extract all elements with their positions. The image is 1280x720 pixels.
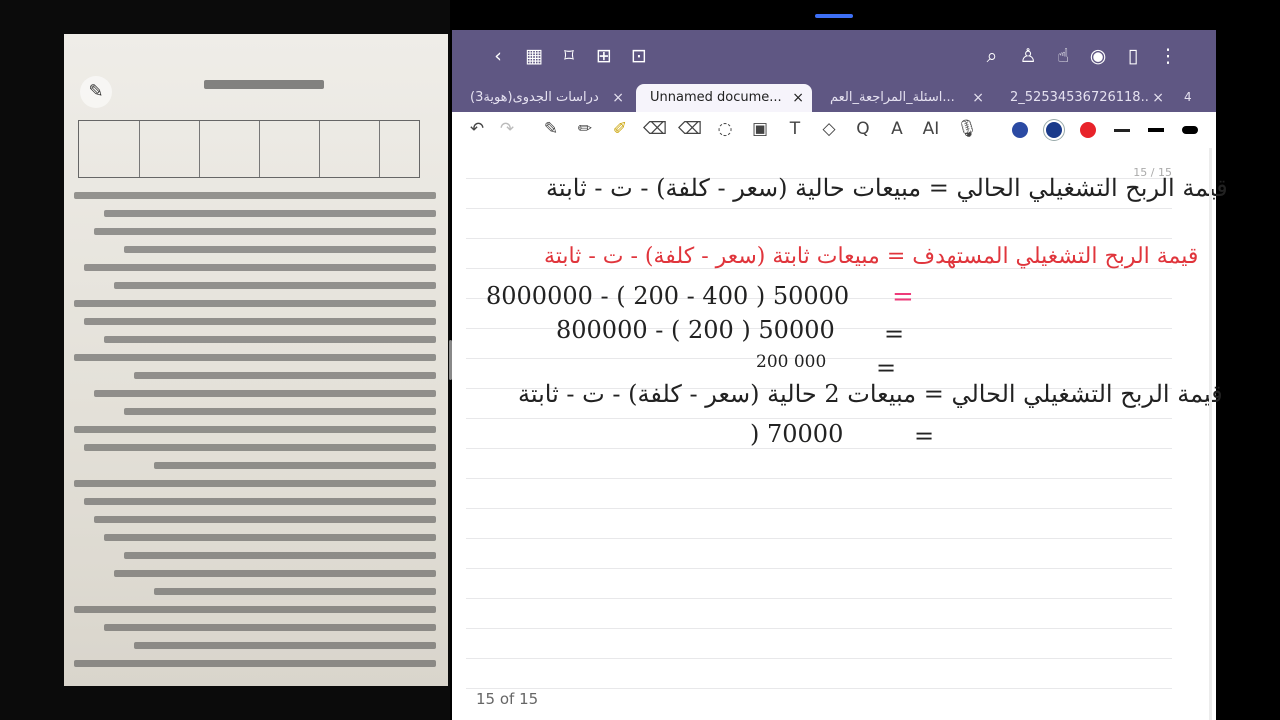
sheet-line: [94, 390, 436, 397]
sheet-line: [74, 354, 436, 361]
handwritten-line-7: ) 70000: [750, 420, 844, 448]
right-window-handle[interactable]: [815, 14, 853, 18]
sheet-line: [154, 462, 436, 469]
drawing-toolbar: ↶ ↷ ✎ ✏ ✐ ⌫ ⌫ ◌ ▣ T ◇ Q A AI 🎙: [452, 112, 1216, 149]
image-icon[interactable]: ▣: [747, 116, 773, 142]
handwritten-line-6: قيمة الربح التشغيلي الحالي = مبيعات 2 حا…: [518, 380, 1223, 408]
app-topbar: ‹ ▦ ⌑ ⊞ ⊡ ⌕ ♙ ☝ ◉ ▯ ⋮: [452, 30, 1216, 82]
text-icon[interactable]: T: [782, 116, 808, 142]
handwritten-line-4: 800000 - ( 200 ) 50000: [556, 316, 835, 344]
scrollbar[interactable]: [1209, 148, 1212, 720]
close-icon[interactable]: ×: [612, 84, 624, 112]
handwritten-line-2: قيمة الربح التشغيلي المستهدف = مبيعات ثا…: [544, 244, 1199, 269]
sheet-line: [124, 408, 436, 415]
tab-label: Unnamed docume...: [650, 90, 782, 105]
stroke-thick[interactable]: [1182, 126, 1198, 134]
note-page[interactable]: 15 / 15 قيمة الربح التشغيلي الحالي = مبي…: [452, 148, 1228, 720]
back-icon[interactable]: ‹: [484, 42, 512, 70]
sheet-line: [134, 642, 436, 649]
grid-icon[interactable]: ▦: [520, 42, 548, 70]
handwritten-eq-3: =: [892, 282, 914, 312]
sheet-line: [124, 246, 436, 253]
sheet-line: [94, 516, 436, 523]
sheet-line: [114, 282, 436, 289]
shirt-icon[interactable]: ♙: [1014, 42, 1042, 70]
ocr-icon[interactable]: Q: [850, 116, 876, 142]
sheet-line: [124, 552, 436, 559]
color-red[interactable]: [1080, 122, 1096, 138]
sheet-line: [94, 228, 436, 235]
note-app: ‹ ▦ ⌑ ⊞ ⊡ ⌕ ♙ ☝ ◉ ▯ ⋮ دراسات الجدوى(هوية…: [452, 30, 1228, 720]
crop-icon[interactable]: ⊡: [625, 42, 653, 70]
sheet-line: [84, 498, 436, 505]
tab-unnamed-document[interactable]: Unnamed docume... ×: [636, 84, 812, 112]
tab-bar: دراسات الجدوى(هوية3) × Unnamed docume...…: [452, 82, 1216, 112]
hand-icon[interactable]: ☝: [1049, 42, 1077, 70]
document-icon[interactable]: ▯: [1119, 42, 1147, 70]
tab-file-2[interactable]: 2_52534536726118... ×: [996, 84, 1172, 112]
sheet-line: [104, 210, 436, 217]
close-icon[interactable]: ×: [792, 84, 804, 112]
tab-label: 2_52534536726118...: [1010, 90, 1148, 105]
sheet-line: [74, 606, 436, 613]
tab-label: اسئلة_المراجعة_العم...: [830, 90, 955, 105]
stroke-medium[interactable]: [1148, 128, 1164, 132]
pen-overlay-icon[interactable]: ✎: [80, 76, 112, 108]
bookmark-icon[interactable]: ⌑: [555, 42, 583, 70]
close-icon[interactable]: ×: [1152, 84, 1164, 112]
more-icon[interactable]: ⋮: [1154, 42, 1182, 70]
eye-icon[interactable]: ◉: [1084, 42, 1112, 70]
tab-feasibility-studies[interactable]: دراسات الجدوى(هوية3) ×: [456, 84, 632, 112]
handwritten-eq-7: =: [914, 422, 935, 450]
sheet-line: [154, 588, 436, 595]
sheet-line: [104, 534, 436, 541]
eraser-icon[interactable]: ⌫: [642, 116, 668, 142]
sheet-line: [104, 624, 436, 631]
sheet-line: [74, 480, 436, 487]
handwritten-eq-5: =: [876, 354, 897, 382]
handwritten-line-1: قيمة الربح التشغيلي الحالي = مبيعات حالي…: [546, 174, 1228, 202]
shapes-icon[interactable]: ◇: [816, 116, 842, 142]
sheet-line: [74, 300, 436, 307]
convert-icon[interactable]: A: [884, 116, 910, 142]
undo-icon[interactable]: ↶: [464, 116, 490, 142]
microphone-icon[interactable]: 🎙: [954, 116, 980, 142]
sheet-table: [78, 120, 420, 178]
exam-sheet-photo: ✎: [64, 34, 448, 686]
sheet-title: [204, 80, 324, 89]
lasso-icon[interactable]: ◌: [712, 116, 738, 142]
tab-label: دراسات الجدوى(هوية3): [470, 90, 599, 105]
color-blue[interactable]: [1012, 122, 1028, 138]
redo-icon[interactable]: ↷: [494, 116, 520, 142]
sheet-line: [114, 570, 436, 577]
sheet-line: [84, 318, 436, 325]
sheet-line: [74, 426, 436, 433]
color-dark-blue[interactable]: [1046, 122, 1062, 138]
ai-icon[interactable]: AI: [918, 116, 944, 142]
page-count: 15 of 15: [476, 690, 539, 708]
sheet-line: [104, 336, 436, 343]
pen-icon[interactable]: ✎: [538, 116, 564, 142]
sheet-line: [134, 372, 436, 379]
stroke-thin[interactable]: [1114, 129, 1130, 132]
tape-icon[interactable]: ⌫: [677, 116, 703, 142]
tab-review-questions[interactable]: اسئلة_المراجعة_العم... ×: [816, 84, 992, 112]
add-page-icon[interactable]: ⊞: [590, 42, 618, 70]
tab-count[interactable]: 4: [1184, 90, 1192, 104]
sheet-line: [74, 192, 436, 199]
close-icon[interactable]: ×: [972, 84, 984, 112]
sheet-line: [84, 444, 436, 451]
handwritten-line-3: 8000000 - ( 200 - 400 ) 50000: [486, 282, 850, 310]
left-pane: ✎: [0, 0, 450, 720]
handwritten-eq-4: =: [884, 320, 905, 348]
pencil-icon[interactable]: ✏: [572, 116, 598, 142]
handwritten-line-5: 200 000: [756, 352, 827, 372]
sheet-line: [84, 264, 436, 271]
sheet-line: [74, 660, 436, 667]
search-icon[interactable]: ⌕: [978, 42, 1006, 70]
highlighter-icon[interactable]: ✐: [607, 116, 633, 142]
